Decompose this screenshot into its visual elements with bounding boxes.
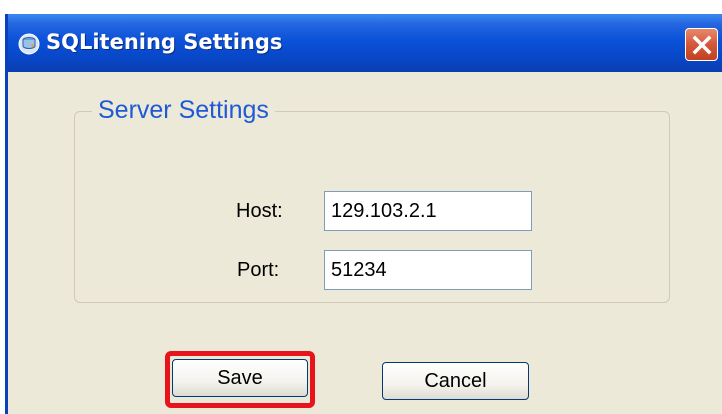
- host-label: Host:: [236, 200, 283, 222]
- save-button[interactable]: Save: [172, 359, 308, 397]
- close-button[interactable]: [685, 28, 718, 61]
- cancel-button[interactable]: Cancel: [382, 362, 529, 400]
- close-icon: [692, 35, 712, 55]
- window-title: SQLitening Settings: [46, 30, 283, 54]
- host-input[interactable]: [324, 191, 532, 231]
- title-bar[interactable]: SQLitening Settings: [8, 14, 722, 72]
- server-settings-title: Server Settings: [92, 96, 275, 125]
- settings-dialog: SQLitening Settings Server Settings Host…: [5, 14, 722, 414]
- sqlitening-app-icon: [18, 33, 40, 55]
- port-input[interactable]: [324, 250, 532, 290]
- port-label: Port:: [237, 259, 280, 281]
